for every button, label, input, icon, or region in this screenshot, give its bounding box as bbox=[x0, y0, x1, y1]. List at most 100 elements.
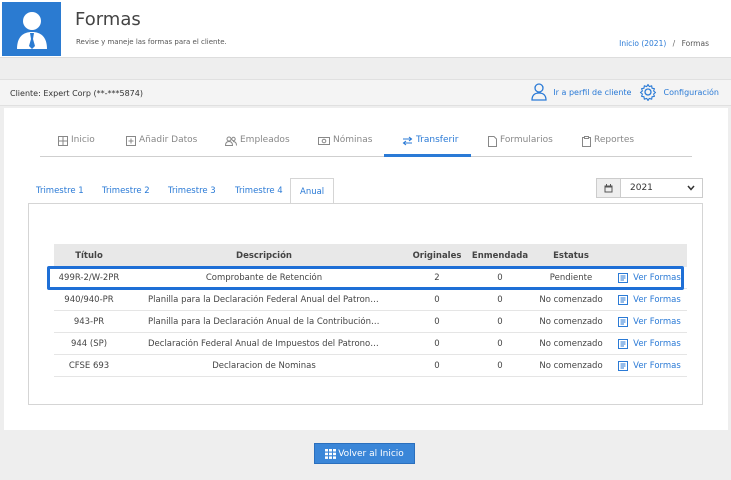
tab-transferir[interactable]: Transferir bbox=[402, 135, 458, 156]
row-amended: 0 bbox=[497, 272, 503, 283]
row-originals: 0 bbox=[434, 338, 440, 349]
active-tab-indicator bbox=[384, 154, 471, 157]
back-to-home-label: Volver al Inicio bbox=[338, 448, 404, 459]
settings-link[interactable]: Configuración bbox=[639, 83, 719, 101]
header-estatus: Estatus bbox=[553, 250, 589, 261]
calendar-icon bbox=[597, 179, 621, 197]
gear-icon bbox=[640, 83, 657, 101]
breadcrumb: Inicio (2021) / Formas bbox=[619, 39, 709, 48]
back-to-home-button[interactable]: Volver al Inicio bbox=[314, 443, 415, 464]
header-enmendada: Enmendada bbox=[471, 250, 529, 261]
row-title: 940/940-PR bbox=[64, 294, 114, 305]
table-row: CFSE 693 Declaracion de Nominas 0 0 No c… bbox=[54, 355, 687, 377]
row-originals: 0 bbox=[434, 360, 440, 371]
view-forms-link[interactable]: Ver Formas bbox=[618, 316, 681, 327]
row-status: No comenzado bbox=[539, 360, 603, 371]
tab-content: Título Descripción Originales Enmendada … bbox=[28, 203, 703, 405]
tab-trimestre-4[interactable]: Trimestre 4 bbox=[235, 186, 283, 196]
tab-nominas[interactable]: Nóminas bbox=[318, 135, 372, 156]
transfer-icon bbox=[402, 136, 413, 146]
row-status: Pendiente bbox=[549, 272, 593, 283]
breadcrumb-current: Formas bbox=[681, 39, 709, 48]
view-forms-link[interactable]: Ver Formas bbox=[618, 360, 681, 371]
tab-nominas-label: Nóminas bbox=[333, 135, 373, 145]
client-label: Cliente: Expert Corp (**-***5874) bbox=[10, 89, 143, 98]
row-status: No comenzado bbox=[539, 316, 603, 327]
row-originals: 2 bbox=[434, 272, 440, 283]
table-row: 944 (SP) Declaración Federal Anual de Im… bbox=[54, 333, 687, 355]
table-row: 943-PR Planilla para la Declaración Anua… bbox=[54, 311, 687, 333]
client-actions: Ir a perfil de cliente Configuración bbox=[531, 83, 719, 101]
row-title: 943-PR bbox=[73, 316, 105, 327]
row-amended: 0 bbox=[497, 360, 503, 371]
row-amended: 0 bbox=[497, 338, 503, 349]
tab-inicio-label: Inicio bbox=[71, 135, 95, 145]
form-icon bbox=[618, 338, 629, 349]
breadcrumb-home-link[interactable]: Inicio (2021) bbox=[619, 39, 666, 48]
page-title: Formas bbox=[75, 9, 141, 30]
row-description: Declaración Federal Anual de Impuestos d… bbox=[148, 338, 380, 349]
tab-inicio[interactable]: Inicio bbox=[58, 135, 95, 156]
grid-icon bbox=[325, 448, 337, 459]
form-icon bbox=[618, 360, 629, 371]
chevron-down-icon bbox=[687, 185, 695, 191]
main-panel: Inicio Añadir Datos Empleados Nóminas Tr… bbox=[4, 108, 728, 430]
row-status: No comenzado bbox=[539, 338, 603, 349]
plus-square-icon bbox=[126, 136, 136, 146]
tab-anual[interactable]: Anual bbox=[290, 178, 335, 204]
page-subtitle: Revise y maneje las formas para el clien… bbox=[76, 38, 227, 46]
row-title: CFSE 693 bbox=[68, 360, 110, 371]
row-title: 499R-2/W-2PR bbox=[58, 272, 120, 283]
row-description: Planilla para la Declaración Anual de la… bbox=[148, 316, 380, 327]
year-select-value: 2021 bbox=[630, 183, 653, 193]
tab-reportes-label: Reportes bbox=[594, 135, 635, 145]
row-action-cell: Ver Formas bbox=[612, 355, 687, 376]
view-forms-link[interactable]: Ver Formas bbox=[618, 338, 681, 349]
row-title: 944 (SP) bbox=[70, 338, 108, 349]
row-amended: 0 bbox=[497, 294, 503, 305]
row-action-cell: Ver Formas bbox=[612, 289, 687, 310]
year-select[interactable]: 2021 bbox=[596, 178, 703, 198]
header-actions bbox=[612, 244, 687, 267]
settings-link-label: Configuración bbox=[663, 87, 719, 97]
header-originales: Originales bbox=[412, 250, 462, 261]
tab-trimestre-2[interactable]: Trimestre 2 bbox=[102, 186, 150, 196]
row-originals: 0 bbox=[434, 316, 440, 327]
profile-link[interactable]: Ir a perfil de cliente bbox=[531, 83, 631, 101]
row-description: Planilla para la Declaración Federal Anu… bbox=[148, 294, 380, 305]
money-icon bbox=[318, 137, 330, 145]
tab-empleados-label: Empleados bbox=[240, 135, 290, 145]
client-bar: Cliente: Expert Corp (**-***5874) Ir a p… bbox=[0, 79, 731, 106]
form-icon bbox=[618, 294, 629, 305]
row-action-cell: Ver Formas bbox=[612, 333, 687, 354]
forms-table: Título Descripción Originales Enmendada … bbox=[54, 244, 687, 377]
table-row: 940/940-PR Planilla para la Declaración … bbox=[54, 289, 687, 311]
row-action-cell: Ver Formas bbox=[612, 267, 687, 288]
form-icon bbox=[618, 272, 629, 283]
tab-formularios-label: Formularios bbox=[500, 135, 553, 145]
user-avatar-icon bbox=[2, 2, 61, 56]
view-forms-link[interactable]: Ver Formas bbox=[618, 272, 681, 283]
row-status: No comenzado bbox=[539, 294, 603, 305]
table-row: 499R-2/W-2PR Comprobante de Retención 2 … bbox=[54, 267, 687, 289]
form-icon bbox=[618, 316, 629, 327]
clipboard-icon bbox=[582, 136, 591, 147]
tab-transferir-label: Transferir bbox=[416, 135, 459, 145]
breadcrumb-separator: / bbox=[672, 39, 676, 48]
row-description: Declaracion de Nominas bbox=[212, 360, 316, 371]
tab-formularios[interactable]: Formularios bbox=[488, 135, 553, 156]
tab-trimestre-1[interactable]: Trimestre 1 bbox=[36, 186, 84, 196]
file-icon bbox=[488, 136, 497, 147]
tab-reportes[interactable]: Reportes bbox=[582, 135, 634, 156]
tab-anadir-datos[interactable]: Añadir Datos bbox=[126, 135, 197, 156]
table-header: Título Descripción Originales Enmendada … bbox=[54, 244, 687, 267]
tab-trimestre-3[interactable]: Trimestre 3 bbox=[168, 186, 216, 196]
nav-tabs: Inicio Añadir Datos Empleados Nóminas Tr… bbox=[40, 128, 692, 157]
users-icon bbox=[225, 136, 237, 146]
row-originals: 0 bbox=[434, 294, 440, 305]
view-forms-link[interactable]: Ver Formas bbox=[618, 294, 681, 305]
row-action-cell: Ver Formas bbox=[612, 311, 687, 332]
header-descripcion: Descripción bbox=[236, 250, 292, 261]
tab-empleados[interactable]: Empleados bbox=[225, 135, 290, 156]
user-icon bbox=[531, 83, 547, 101]
